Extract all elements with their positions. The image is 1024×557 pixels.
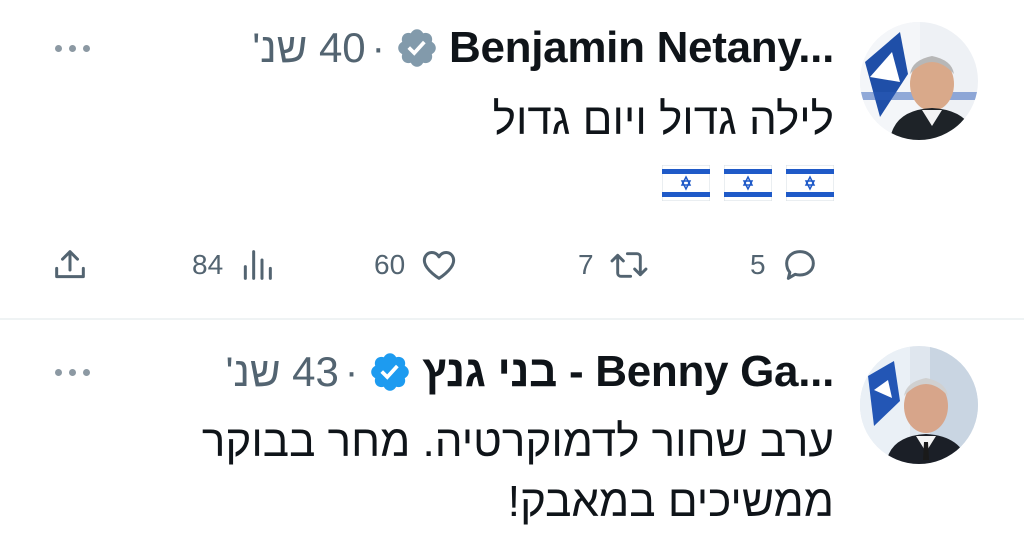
tweet-text-line: ממשיכים במאבק! (507, 477, 834, 526)
tweet-text: לילה גדול ויום גדול (493, 90, 834, 150)
author-name[interactable]: בני גנץ - Benny Ga... (422, 347, 834, 397)
tweet-text: ערב שחור לדמוקרטיה. מחר בבוקר ממשיכים במ… (202, 412, 834, 532)
tweet-actions: 5 7 60 84 (0, 240, 1024, 290)
israel-flag-icon (662, 165, 710, 201)
reply-icon (780, 245, 820, 285)
avatar-gantz[interactable] (860, 346, 978, 464)
retweet-count: 7 (578, 249, 594, 280)
separator-dot: · (371, 25, 385, 70)
author-name[interactable]: Benjamin Netany... (449, 23, 834, 73)
verified-badge-icon (395, 26, 439, 70)
tweet-emoji (662, 165, 834, 201)
tweet-gantz[interactable]: בני גנץ - Benny Ga... · 43 שנ' ערב שחור … (0, 320, 1024, 557)
views-count: 84 (192, 249, 224, 280)
avatar-netanyahu[interactable] (860, 22, 978, 140)
tweet-netanyahu[interactable]: Benjamin Netany... · 40 שנ' לילה גדול וי… (0, 0, 1024, 318)
share-icon (50, 245, 90, 285)
tweet-text-line: לילה גדול ויום גדול (492, 95, 834, 144)
retweet-icon (608, 245, 650, 285)
more-options-icon[interactable] (48, 362, 96, 382)
tweet-text-line: ערב שחור לדמוקרטיה. מחר בבוקר (201, 417, 834, 466)
reply-count: 5 (750, 249, 766, 280)
verified-badge-icon (368, 350, 412, 394)
share-button[interactable] (50, 240, 90, 290)
like-button[interactable]: 60 (374, 240, 459, 290)
heart-icon (419, 245, 459, 285)
views-button[interactable]: 84 (192, 240, 277, 290)
separator-dot: · (344, 349, 359, 394)
israel-flag-icon (786, 165, 834, 201)
reply-button[interactable]: 5 (750, 240, 820, 290)
tweet-time[interactable]: 40 שנ' (252, 24, 365, 72)
like-count: 60 (374, 249, 406, 280)
retweet-button[interactable]: 7 (578, 240, 650, 290)
tweet-header: בני גנץ - Benny Ga... · 43 שנ' (225, 342, 834, 402)
views-icon (237, 245, 277, 285)
more-options-icon[interactable] (48, 38, 96, 58)
israel-flag-icon (724, 165, 772, 201)
tweet-header: Benjamin Netany... · 40 שנ' (252, 18, 834, 78)
tweet-time[interactable]: 43 שנ' (225, 348, 338, 396)
